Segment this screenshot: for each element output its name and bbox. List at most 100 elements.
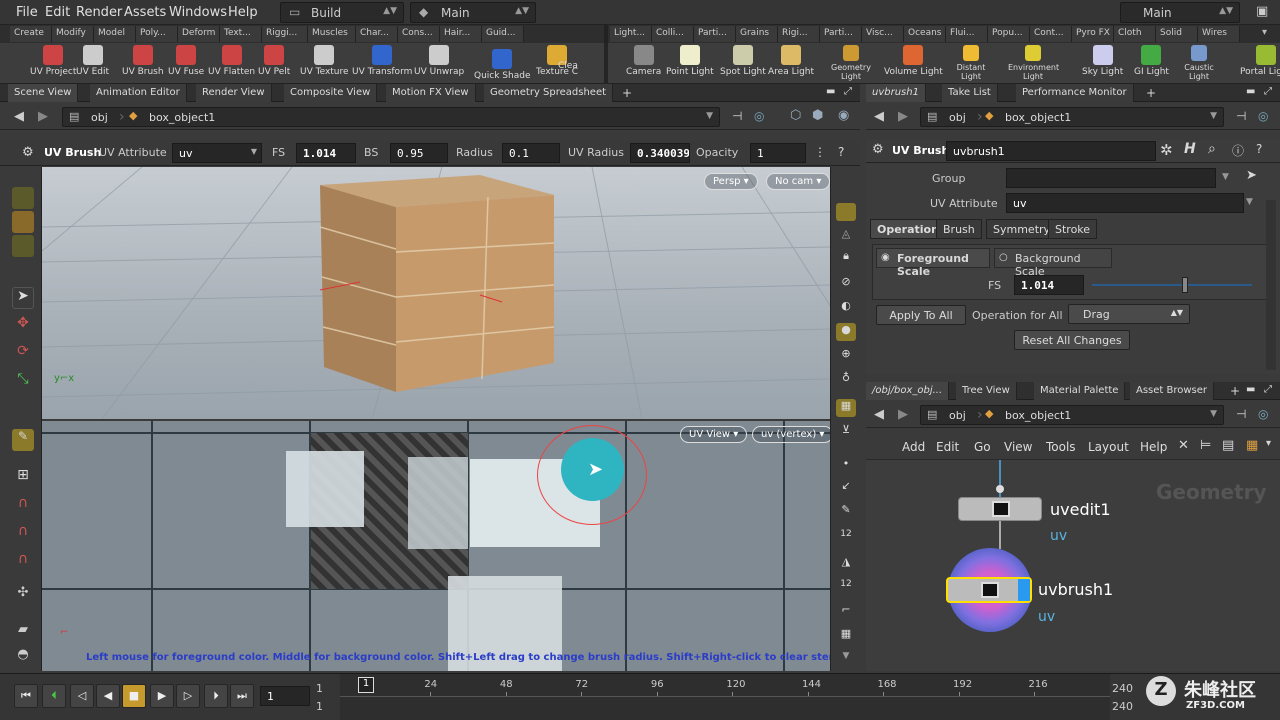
shelf-tab[interactable]: Grains xyxy=(736,26,778,42)
fs-slider-track[interactable] xyxy=(1092,284,1252,286)
shelf-tab[interactable]: Deform xyxy=(178,26,220,42)
menu-help[interactable]: Help xyxy=(228,5,258,20)
param-path-field[interactable]: ▤ obj › ◆ box_object1 ▼ xyxy=(920,107,1224,127)
pane-maximize-icon[interactable]: ⤢ xyxy=(844,86,852,97)
tab-geometry-spreadsheet[interactable]: Geometry Spreadsheet xyxy=(484,84,614,102)
back-arrow-icon[interactable]: ◀ xyxy=(14,109,24,124)
snap-grid-icon[interactable]: ⊞ xyxy=(12,467,34,489)
grid-icon[interactable]: ▦ xyxy=(836,627,856,645)
3d-viewport[interactable]: Persp ▾ No cam ▾ y⌐x xyxy=(42,167,830,419)
ghost-icon[interactable]: ◬ xyxy=(836,227,856,245)
tool-sky-light[interactable]: Sky Light xyxy=(1082,45,1123,77)
search-icon[interactable]: ⌕ xyxy=(1208,141,1216,157)
info-icon[interactable]: ⓘ xyxy=(1232,142,1244,159)
path-obj[interactable]: obj xyxy=(949,409,966,422)
tab-performance-monitor[interactable]: Performance Monitor xyxy=(1016,84,1134,102)
radius-field[interactable]: 0.1 xyxy=(502,143,560,163)
light-icon[interactable]: ● xyxy=(836,323,856,341)
tool-geometry-light[interactable]: Geometry Light xyxy=(826,45,876,82)
bg-scale-radio[interactable]: ○ Background Scale xyxy=(994,248,1112,278)
tool-volume-light[interactable]: Volume Light xyxy=(884,45,943,77)
chevron-down-icon[interactable]: ▾ xyxy=(1266,438,1271,449)
primitive-select-icon[interactable] xyxy=(12,235,34,257)
uv-island[interactable] xyxy=(408,457,468,549)
tools-icon[interactable]: ✕ xyxy=(1178,438,1189,453)
tab-take-list[interactable]: Take List xyxy=(942,84,998,102)
edge-icon[interactable]: ◮ xyxy=(836,555,856,573)
shelf-tab[interactable]: Guid... xyxy=(482,26,524,42)
tab-scene-view[interactable]: Scene View xyxy=(8,84,79,102)
pointer-icon[interactable]: ➤ xyxy=(12,287,34,309)
uv-attribute-field[interactable]: uv ▼ xyxy=(172,143,262,163)
shelf-tab[interactable]: Char... xyxy=(356,26,398,42)
node-uvbrush1[interactable] xyxy=(946,577,1032,603)
select-mode-icon[interactable] xyxy=(12,187,34,209)
pane-menu-icon[interactable]: ▬ xyxy=(1246,384,1255,395)
tool-portal-light[interactable]: Portal Light xyxy=(1240,45,1280,77)
network-menu-view[interactable]: View xyxy=(1004,440,1032,454)
forward-arrow-icon[interactable]: ▶ xyxy=(898,407,908,422)
tab-network-1[interactable]: Tree View xyxy=(956,382,1017,400)
tool-distant-light[interactable]: Distant Light xyxy=(946,45,996,82)
tool-uv-edit[interactable]: UV Edit xyxy=(76,45,109,77)
shelf-tab[interactable]: Wires xyxy=(1198,26,1240,42)
display-opt-icon[interactable] xyxy=(836,203,856,221)
display-flag-icon[interactable] xyxy=(1018,579,1030,601)
fg-scale-radio[interactable]: ◉ Foreground Scale xyxy=(876,248,990,278)
uv-view-menu[interactable]: UV View ▾ xyxy=(680,426,748,443)
shelf-tab[interactable]: Poly... xyxy=(136,26,178,42)
param-scrollbar[interactable] xyxy=(1266,200,1276,370)
dot-icon[interactable]: • xyxy=(836,457,856,475)
shading-icon[interactable]: ◐ xyxy=(836,299,856,317)
current-frame-field[interactable]: 1 xyxy=(260,686,310,706)
camera-menu[interactable]: No cam ▾ xyxy=(766,173,830,190)
tool-uv-texture[interactable]: UV Texture xyxy=(300,45,349,77)
list-icon[interactable]: ▤ xyxy=(1222,438,1234,453)
camera-icon[interactable]: ⬢ xyxy=(812,108,823,123)
handle-icon[interactable]: ✎ xyxy=(12,429,34,451)
network-menu-layout[interactable]: Layout xyxy=(1088,440,1129,454)
point-select-icon[interactable] xyxy=(12,211,34,233)
folder-tab-symmetry[interactable]: Symmetry xyxy=(986,219,1058,239)
menu-windows[interactable]: Windows xyxy=(169,5,227,20)
opacity-field[interactable]: 1 xyxy=(750,143,806,163)
shelf-menu-icon[interactable]: ▾ xyxy=(1262,27,1267,38)
tab-composite-view[interactable]: Composite View xyxy=(284,84,378,102)
snap-prim-icon[interactable]: ∩ xyxy=(12,495,34,517)
chevron-down-icon[interactable]: ▼ xyxy=(1222,172,1229,182)
pencil-icon[interactable]: ✎ xyxy=(836,503,856,521)
tool-caustic-light[interactable]: Caustic Light xyxy=(1174,45,1224,82)
back-arrow-icon[interactable]: ◀ xyxy=(874,109,884,124)
fs-field[interactable]: 1.014 xyxy=(296,143,356,163)
forward-arrow-icon[interactable]: ▶ xyxy=(38,109,48,124)
uv-radius-field[interactable]: 0.340039 xyxy=(630,143,690,163)
magnet-icon[interactable]: ∩ xyxy=(12,551,34,573)
shelf-tab[interactable]: Colli... xyxy=(652,26,694,42)
jump-start-icon[interactable]: ⏮ xyxy=(14,684,38,708)
timeline-ruler[interactable]: 24 48 72 96 120 144 168 192 216 1 xyxy=(340,674,1110,720)
link-icon[interactable]: ◎ xyxy=(1258,407,1268,421)
op-for-all-select[interactable]: Drag ▲▼ xyxy=(1068,304,1190,324)
network-menu-add[interactable]: Add xyxy=(902,440,925,454)
number-12-icon[interactable]: 12 xyxy=(836,529,856,547)
path-obj[interactable]: obj xyxy=(949,111,966,124)
palette-icon[interactable]: ▦ xyxy=(1246,438,1258,453)
jump-end-icon[interactable]: ⏭ xyxy=(230,684,254,708)
shelf-tab[interactable]: Pyro FX xyxy=(1072,26,1114,42)
shelf-tab[interactable]: Popu... xyxy=(988,26,1030,42)
uv-island[interactable] xyxy=(286,451,364,527)
chevron-down-icon[interactable]: ▼ xyxy=(1246,197,1253,207)
tool-spot-light[interactable]: Spot Light xyxy=(720,45,766,77)
view-icon[interactable]: ◉ xyxy=(838,108,849,123)
uv-vertex-menu[interactable]: uv (vertex) ▾ xyxy=(752,426,830,443)
shelf-tab[interactable]: Cloth xyxy=(1114,26,1156,42)
tool-uv-transform[interactable]: UV Transform xyxy=(352,45,412,77)
snap-point-icon[interactable]: ∩ xyxy=(12,523,34,545)
prev-key-icon[interactable]: ⏴ xyxy=(42,684,66,708)
shelf-tab[interactable]: Hair... xyxy=(440,26,482,42)
group-field[interactable] xyxy=(1006,168,1216,188)
folder-tab-stroke[interactable]: Stroke xyxy=(1048,219,1098,239)
shelf-tab[interactable]: Parti... xyxy=(694,26,736,42)
reset-all-button[interactable]: Reset All Changes xyxy=(1014,330,1130,350)
bulb-icon[interactable]: ♁ xyxy=(836,371,856,389)
